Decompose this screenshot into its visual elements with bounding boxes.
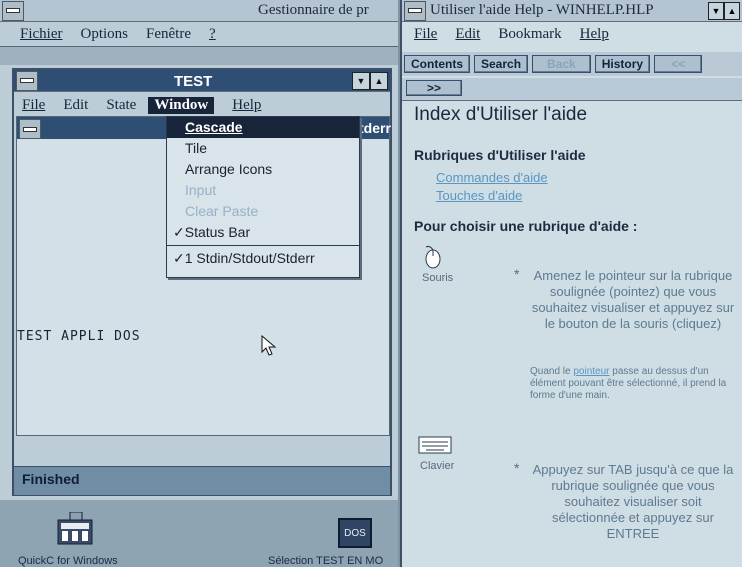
menu-window[interactable]: Fenêtre [146,26,191,43]
menu-item-label: Tile [185,140,208,156]
keyboard-bullet: * [514,460,520,476]
menu-file[interactable]: File [22,97,45,114]
help-link-commandes[interactable]: Commandes d'aide [436,170,548,185]
help-minimize-button[interactable]: ▼ [708,2,724,20]
help-section-title: Rubriques d'Utiliser l'aide [414,147,586,163]
child-title: tderr [359,120,391,136]
help-link-touches[interactable]: Touches d'aide [436,188,522,203]
menu-item-label: Status Bar [184,224,251,240]
help-menubar: File Edit Bookmark Help [414,23,627,45]
menu-help[interactable]: Help [232,97,261,114]
menu-item-clear-paste[interactable]: Clear Paste [167,201,359,222]
menu-item-input[interactable]: Input [167,180,359,201]
menu-separator [167,245,359,246]
menu-item-label: Cascade [185,119,243,135]
next-button[interactable]: >> [406,80,463,96]
test-system-menu-icon[interactable] [16,70,38,91]
help-choose-title: Pour choisir une rubrique d'aide : [414,218,638,234]
quickc-icon-label: QuickC for Windows [18,555,118,567]
menu-state[interactable]: State [106,97,136,114]
menu-window[interactable]: Window [148,96,215,114]
check-icon: ✓ [173,250,185,266]
menu-options[interactable]: Options [81,26,129,43]
help-toolbar-row2: >> [402,78,742,101]
help-heading: Index d'Utiliser l'aide [414,104,588,125]
mouse-label: Souris [422,272,454,284]
menu-item-arrange-icons[interactable]: Arrange Icons [167,159,359,180]
help-system-menu-icon[interactable] [404,0,426,21]
mouse-icon [420,244,446,273]
maximize-button[interactable]: ▲ [370,72,388,90]
help-toolbar: Contents Search Back History << [402,52,742,76]
back-button[interactable]: Back [532,55,591,73]
menu-item-label: 1 Stdin/Stdout/Stderr [184,250,315,266]
quickc-icon[interactable] [52,511,98,550]
mouse-note-pre: Quand le [530,366,574,377]
test-titlebar[interactable]: TEST ▼ ▲ [14,70,390,92]
keyboard-label: Clavier [420,460,455,472]
minimize-button[interactable]: ▼ [352,72,370,90]
window-dropdown-menu: Cascade Tile Arrange Icons Input Clear P… [166,116,360,278]
help-menu-help[interactable]: Help [580,26,609,43]
child-system-menu-icon[interactable] [19,119,41,139]
help-menu-edit[interactable]: Edit [455,26,480,43]
menu-item-status-bar[interactable]: ✓Status Bar [167,222,359,243]
menu-item-label: Clear Paste [185,203,259,219]
mouse-cursor-icon [261,334,277,360]
search-button[interactable]: Search [474,55,529,73]
menu-file[interactable]: Fichier [20,26,63,43]
program-manager-menubar: Fichier Options Fenêtre ? [20,23,234,45]
program-manager-titlebar[interactable]: Gestionnaire de pr [0,0,398,22]
test-title: TEST [174,73,213,90]
keyboard-text: Appuyez sur TAB jusqu'à ce que la rubriq… [532,462,734,541]
help-menu-bookmark[interactable]: Bookmark [498,26,561,43]
menu-item-tile[interactable]: Tile [167,138,359,159]
test-menubar: File Edit State Window Help [22,94,279,116]
menu-item-label: Input [185,182,217,198]
menu-help[interactable]: ? [209,26,216,43]
window-title: Gestionnaire de pr [258,2,369,18]
mouse-bullet: * [514,266,520,282]
system-menu-icon[interactable] [2,0,24,21]
menu-item-label: Arrange Icons [185,161,273,177]
help-titlebar[interactable]: Utiliser l'aide Help - WINHELP.HLP ▼ ▲ [402,0,742,22]
status-text: Finished [22,471,80,487]
mouse-text: Amenez le pointeur sur la rubrique souli… [531,268,735,331]
program-manager-window: Gestionnaire de pr Fichier Options Fenêt… [0,0,398,567]
help-menu-file[interactable]: File [414,26,437,43]
dos-icon[interactable]: DOS [338,518,372,548]
divider [0,46,398,65]
status-bar: Finished [14,466,390,495]
help-maximize-button[interactable]: ▲ [724,2,740,20]
help-title: Utiliser l'aide Help - WINHELP.HLP [430,2,654,18]
menu-item-stdin-stdout[interactable]: ✓1 Stdin/Stdout/Stderr [167,248,359,269]
previous-button[interactable]: << [654,55,703,73]
menu-item-cascade[interactable]: Cascade [167,117,359,138]
help-window: Utiliser l'aide Help - WINHELP.HLP ▼ ▲ F… [400,0,742,567]
check-icon: ✓ [173,224,185,240]
dos-output-text: TEST APPLI DOS [17,329,141,344]
dos-icon-label: Sélection TEST EN MO [268,555,384,567]
contents-button[interactable]: Contents [404,55,470,73]
mouse-note-link[interactable]: pointeur [573,366,609,377]
menu-edit[interactable]: Edit [63,97,88,114]
mouse-note: Quand le pointeur passe au dessus d'un é… [530,366,730,402]
history-button[interactable]: History [594,55,651,73]
keyboard-icon [418,436,452,457]
